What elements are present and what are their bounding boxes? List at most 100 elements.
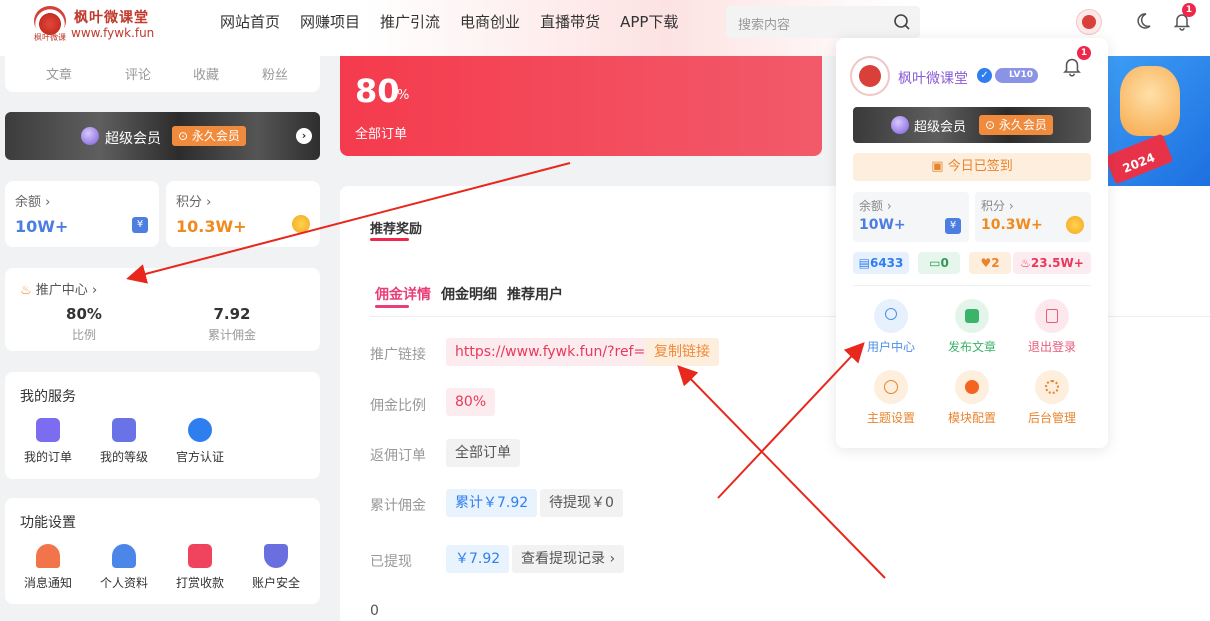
logo-title: 枫叶微课堂: [74, 10, 149, 26]
stat-hot-count: 23.5W+: [1030, 256, 1084, 270]
calendar-check-icon: ▣: [931, 159, 944, 174]
balance-card[interactable]: 余额 › 10W+ ¥: [5, 181, 159, 247]
user-card-icon: [112, 544, 136, 568]
promo-link-value[interactable]: https://www.fywk.fun/?ref=1: [446, 338, 664, 366]
menu-logout[interactable]: 退出登录: [1017, 299, 1087, 355]
stat-fans[interactable]: 粉丝: [262, 64, 288, 83]
yen-icon: ¥: [132, 217, 148, 233]
popup-points[interactable]: 积分 › 10.3W+: [975, 192, 1091, 242]
promo-ratio-label: 比例: [71, 328, 96, 342]
services-title: 我的服务: [20, 389, 76, 405]
search-input[interactable]: 搜索内容: [726, 6, 920, 38]
orders-ratio-value: 80: [355, 72, 400, 110]
section-title-underline: [370, 238, 409, 241]
withdrawn-label: 已提现: [370, 554, 412, 570]
points-label: 积分 ›: [176, 195, 212, 210]
yen-icon: ¥: [945, 218, 961, 234]
popup-balance-label: 余额 ›: [859, 199, 892, 213]
func-profile[interactable]: 个人资料: [92, 544, 156, 591]
promo-link-label: 推广链接: [370, 347, 426, 363]
nav-app-download[interactable]: APP下载: [620, 12, 678, 32]
stat-hot-pill[interactable]: ♨23.5W+: [1013, 252, 1091, 274]
stat-likes-pill[interactable]: ♥2: [969, 252, 1011, 274]
site-logo[interactable]: 枫叶微课堂 枫叶微课 www.fywk.fun: [34, 4, 154, 48]
verified-badge-icon: ✓: [977, 68, 992, 83]
checkin-label: 今日已签到: [947, 159, 1013, 174]
points-card[interactable]: 积分 › 10.3W+: [166, 181, 320, 247]
forever-label: 永久会员: [191, 129, 240, 143]
func-notifications-label: 消息通知: [23, 576, 72, 590]
func-notifications[interactable]: 消息通知: [16, 544, 80, 591]
stat-articles-pill[interactable]: ▤6433: [853, 252, 909, 274]
tab-commission-details[interactable]: 佣金详情: [375, 284, 431, 304]
user-avatar[interactable]: [1076, 9, 1102, 35]
nav-traffic[interactable]: 推广引流: [380, 12, 440, 32]
balance-value: 10W+: [15, 217, 69, 236]
nav-home[interactable]: 网站首页: [220, 12, 280, 32]
user-stats-row: 文章 评论 收藏 粉丝: [5, 56, 320, 92]
commission-ratio-value: 80%: [446, 388, 496, 416]
menu-publish-article[interactable]: 发布文章: [937, 299, 1007, 355]
tab-commission-records[interactable]: 佣金明细: [441, 284, 497, 304]
menu-user-center-label: 用户中心: [866, 340, 915, 354]
checkin-button[interactable]: ▣ 今日已签到: [853, 153, 1091, 181]
stat-comments-pill[interactable]: ▭0: [918, 252, 960, 274]
diamond-icon: [891, 116, 909, 134]
popup-divider: [853, 285, 1091, 286]
popup-forever-tag: ⊙ 永久会员: [979, 115, 1053, 135]
nav-money-projects[interactable]: 网赚项目: [300, 12, 360, 32]
service-my-level[interactable]: 我的等级: [92, 418, 156, 465]
nav-ecommerce[interactable]: 电商创业: [460, 12, 520, 32]
tab-referred-users[interactable]: 推荐用户: [507, 284, 563, 304]
forever-icon: ⊙: [178, 129, 189, 143]
service-official-cert-label: 官方认证: [175, 450, 224, 464]
func-security[interactable]: 账户安全: [244, 544, 308, 591]
commission-ratio-label: 佣金比例: [370, 398, 426, 414]
search-icon[interactable]: [892, 12, 912, 32]
menu-admin[interactable]: 后台管理: [1017, 370, 1087, 426]
func-tips-label: 打赏收款: [175, 576, 224, 590]
withdrawn-value: ￥7.92: [446, 545, 510, 573]
stat-favorites[interactable]: 收藏: [193, 64, 219, 83]
promo-center-card[interactable]: ♨ 推广中心 › 80% 比例 7.92 累计佣金: [5, 268, 320, 351]
popup-username[interactable]: 枫叶微课堂: [898, 68, 968, 88]
promo-banner[interactable]: 2024: [1108, 56, 1210, 187]
promo-ratio-value: 80%: [66, 305, 102, 323]
popup-forever-icon: ⊙: [985, 118, 996, 132]
diamond-icon: [81, 127, 99, 145]
func-tips[interactable]: 打赏收款: [168, 544, 232, 591]
stat-articles[interactable]: 文章: [46, 64, 72, 83]
shield-icon: [264, 544, 288, 568]
popup-balance-value: 10W+: [859, 217, 906, 233]
menu-user-center[interactable]: 用户中心: [856, 299, 926, 355]
chart-screen-icon: [112, 418, 136, 442]
gear-icon: [1035, 370, 1069, 404]
popup-vip-bar[interactable]: 超级会员 ⊙ 永久会员: [853, 107, 1091, 143]
copy-link-button[interactable]: 复制链接: [645, 338, 719, 366]
popup-bell-badge: 1: [1077, 46, 1091, 60]
menu-module-config[interactable]: 模块配置: [937, 370, 1007, 426]
popup-forever-label: 永久会员: [998, 118, 1047, 132]
nav-livestream[interactable]: 直播带货: [540, 12, 600, 32]
function-settings-card: 功能设置 消息通知 个人资料 打赏收款 账户安全: [5, 498, 320, 604]
stat-comments[interactable]: 评论: [125, 64, 151, 83]
popup-balance[interactable]: 余额 › 10W+ ¥: [853, 192, 969, 242]
medal-icon: [874, 299, 908, 333]
promo-commission-value: 7.92: [213, 305, 251, 323]
coins-icon: [1066, 216, 1084, 234]
menu-theme-settings[interactable]: 主题设置: [856, 370, 926, 426]
level-badge: LV10: [995, 68, 1038, 83]
service-my-orders[interactable]: 我的订单: [16, 418, 80, 465]
func-profile-label: 个人资料: [99, 576, 148, 590]
user-dropdown-panel: 枫叶微课堂 ✓ LV10 1 超级会员 ⊙ 永久会员 ▣ 今日已签到 余额 › …: [836, 38, 1108, 448]
dark-mode-moon-icon[interactable]: [1132, 10, 1154, 32]
chevron-right-icon[interactable]: ›: [296, 128, 312, 144]
functions-title: 功能设置: [20, 515, 76, 531]
view-withdraw-records-button[interactable]: 查看提现记录 ›: [512, 545, 625, 573]
service-official-cert[interactable]: 官方认证: [168, 418, 232, 465]
all-orders-button[interactable]: 全部订单: [446, 439, 520, 467]
edit-icon: [955, 299, 989, 333]
popup-avatar[interactable]: [850, 56, 890, 96]
article-icon: ▤: [858, 256, 870, 270]
vip-bar[interactable]: 超级会员 ⊙ 永久会员 ›: [5, 112, 320, 160]
